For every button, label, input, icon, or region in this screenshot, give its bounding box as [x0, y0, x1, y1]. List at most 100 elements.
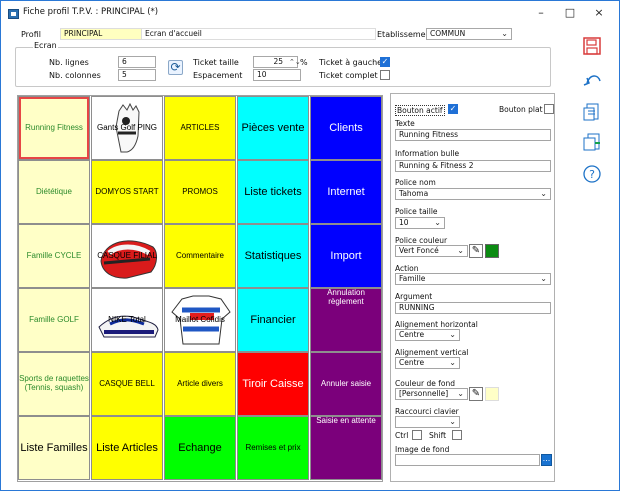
image-fond-field[interactable]: [395, 454, 540, 466]
pos-button-label: Diététique: [35, 186, 73, 196]
profile-name-field[interactable]: Ecran d'accueil: [141, 28, 376, 40]
nb-lignes-field[interactable]: 6: [118, 56, 156, 68]
argument-field[interactable]: RUNNING: [395, 302, 551, 314]
information-label: Information bulle: [395, 149, 460, 158]
pos-button[interactable]: Remises et prix: [237, 416, 309, 480]
pos-button[interactable]: Diététique: [18, 160, 90, 224]
bouton-plat-label: Bouton plat: [499, 105, 543, 114]
minimize-button[interactable]: –: [529, 5, 553, 21]
pos-button-label: Running Fitness: [25, 122, 83, 132]
couleur-fond-select[interactable]: [Personnelle] ⌄: [395, 388, 468, 400]
ctrl-checkbox[interactable]: [412, 430, 422, 440]
background-picker-icon[interactable]: ✎: [469, 387, 483, 401]
pos-button[interactable]: Gants Golf PING: [91, 96, 163, 160]
shift-label: Shift: [429, 431, 447, 440]
close-button[interactable]: ×: [587, 5, 611, 21]
pos-button-label: Commentaire: [175, 250, 224, 260]
chevron-down-icon: ⌄: [457, 246, 464, 255]
window-title: Fiche profil T.P.V. : PRINCIPAL (*): [23, 7, 159, 17]
pos-button-label: Saisie en attente: [316, 416, 376, 425]
pos-button[interactable]: Famille CYCLE: [18, 224, 90, 288]
pos-button[interactable]: Import: [310, 224, 382, 288]
pos-button[interactable]: Annulation règlement: [310, 288, 382, 352]
help-icon[interactable]: ?: [580, 163, 604, 187]
pos-button[interactable]: Pièces vente: [237, 96, 309, 160]
bouton-plat-checkbox[interactable]: [544, 104, 554, 114]
ticket-complet-checkbox[interactable]: [380, 70, 390, 80]
pos-button-label: Sports de raquettes (Tennis, squash): [19, 374, 89, 392]
pos-button[interactable]: Clients: [310, 96, 382, 160]
profil-label: Profil: [21, 30, 41, 39]
pos-button[interactable]: Liste Articles: [91, 416, 163, 480]
couleur-fond-value: [Personnelle]: [399, 389, 449, 398]
app-icon: [8, 9, 19, 19]
raccourci-select[interactable]: ⌄: [395, 416, 460, 428]
texte-field[interactable]: Running Fitness: [395, 129, 551, 141]
ticket-complet-label: Ticket complet: [319, 71, 378, 80]
pos-button[interactable]: Echange: [164, 416, 236, 480]
police-nom-select[interactable]: Tahoma ⌄: [395, 188, 551, 200]
pos-button[interactable]: Statistiques: [237, 224, 309, 288]
undo-icon[interactable]: [580, 69, 604, 93]
pos-button[interactable]: Article divers: [164, 352, 236, 416]
save-icon[interactable]: [580, 35, 604, 59]
pos-button[interactable]: ARTICLES: [164, 96, 236, 160]
espacement-field[interactable]: 10: [253, 69, 301, 81]
pos-button-label: Maillot Cofidis: [175, 314, 225, 324]
bouton-actif-checkbox[interactable]: ✓: [448, 104, 458, 114]
nb-colonnes-field[interactable]: 5: [118, 69, 156, 81]
police-taille-select[interactable]: 10 ⌄: [395, 217, 445, 229]
document-icon[interactable]: [580, 101, 604, 125]
pos-button[interactable]: Liste Familles: [18, 416, 90, 480]
shift-checkbox[interactable]: [452, 430, 462, 440]
pos-button[interactable]: Tiroir Caisse: [237, 352, 309, 416]
stepper-icon[interactable]: ⌃⌄: [289, 58, 301, 66]
pos-button[interactable]: Financier: [237, 288, 309, 352]
bouton-actif-label: Bouton actif: [395, 105, 445, 116]
pos-button[interactable]: CASQUE BELL: [91, 352, 163, 416]
pos-button-label: Gants Golf PING: [96, 122, 158, 132]
pos-button-label: Import: [330, 249, 362, 262]
pos-button-label: Tiroir Caisse: [242, 377, 304, 390]
pos-button[interactable]: Sports de raquettes (Tennis, squash): [18, 352, 90, 416]
information-field[interactable]: Running & Fitness 2: [395, 160, 551, 172]
alignement-horizontal-select[interactable]: Centre ⌄: [395, 329, 460, 341]
etablissement-select[interactable]: COMMUN ⌄: [426, 28, 512, 40]
browse-button[interactable]: ...: [541, 454, 552, 466]
font-color-swatch[interactable]: [485, 244, 499, 258]
pos-button[interactable]: Commentaire: [164, 224, 236, 288]
argument-label: Argument: [395, 292, 433, 301]
alignement-vertical-select[interactable]: Centre ⌄: [395, 357, 460, 369]
pos-button[interactable]: Liste tickets: [237, 160, 309, 224]
ticket-gauche-checkbox[interactable]: ✓: [380, 57, 390, 67]
pos-button[interactable]: CASQUE FILIAL: [91, 224, 163, 288]
chevron-down-icon: ⌄: [449, 358, 456, 367]
chevron-down-icon: ⌄: [501, 29, 508, 38]
pos-button-label: Echange: [178, 441, 222, 454]
title-bar: Fiche profil T.P.V. : PRINCIPAL (*) – □ …: [1, 1, 619, 25]
pos-button[interactable]: PROMOS: [164, 160, 236, 224]
pos-button[interactable]: DOMYOS START: [91, 160, 163, 224]
pos-button[interactable]: Internet: [310, 160, 382, 224]
pos-button[interactable]: NIKE Total: [91, 288, 163, 352]
background-color-swatch[interactable]: [485, 387, 499, 401]
pos-button[interactable]: Annuler saisie: [310, 352, 382, 416]
action-select[interactable]: Famille ⌄: [395, 273, 551, 285]
pos-button[interactable]: Famille GOLF: [18, 288, 90, 352]
pos-button-label: ARTICLES: [180, 122, 220, 132]
pos-button[interactable]: Saisie en attente: [310, 416, 382, 480]
police-couleur-value: Vert Foncé: [399, 246, 439, 255]
police-couleur-select[interactable]: Vert Foncé ⌄: [395, 245, 468, 257]
copy-icon[interactable]: [580, 131, 604, 155]
pos-button[interactable]: Running Fitness: [18, 96, 90, 160]
pos-button-label: NIKE Total: [108, 314, 146, 324]
profil-field[interactable]: PRINCIPAL: [60, 28, 145, 40]
color-picker-icon[interactable]: ✎: [469, 244, 483, 258]
profile-window: Fiche profil T.P.V. : PRINCIPAL (*) – □ …: [0, 0, 620, 491]
image-fond-label: Image de fond: [395, 445, 450, 454]
etablissement-value: COMMUN: [430, 29, 466, 38]
maximize-button[interactable]: □: [558, 5, 582, 21]
refresh-icon[interactable]: ⟳: [168, 60, 183, 75]
couleur-fond-label: Couleur de fond: [395, 379, 455, 388]
pos-button[interactable]: Maillot Cofidis: [164, 288, 236, 352]
